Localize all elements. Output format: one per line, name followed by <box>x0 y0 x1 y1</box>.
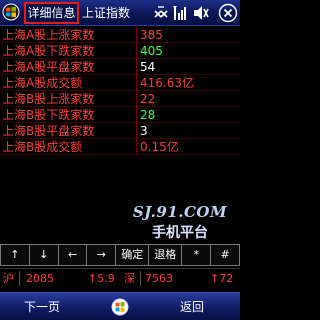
key-up[interactable]: ↑ <box>0 244 30 266</box>
windows-flag-icon[interactable] <box>111 298 129 316</box>
row-label: 上海A股平盘家数 <box>2 60 95 74</box>
back-softkey[interactable]: 返回 <box>180 293 204 320</box>
table-row: 上海B股成交额 0.15亿 <box>0 139 240 155</box>
connection-icon[interactable] <box>152 3 170 23</box>
next-page-softkey[interactable]: 下一页 <box>24 293 60 320</box>
key-left[interactable]: ← <box>58 244 88 266</box>
close-icon[interactable] <box>218 3 238 23</box>
column-divider <box>136 43 137 59</box>
row-value: 54 <box>140 60 156 74</box>
row-value: 3 <box>140 124 148 138</box>
signal-icon[interactable] <box>172 3 188 23</box>
shenzhen-label: 深 <box>124 272 135 285</box>
table-row: 上海A股平盘家数 54 <box>0 59 240 75</box>
shanghai-label: 沪 <box>3 272 14 285</box>
softkey-bar: 下一页 返回 <box>0 292 240 320</box>
row-value: 28 <box>140 108 156 122</box>
row-value: 385 <box>140 28 163 42</box>
column-divider <box>136 123 137 139</box>
table-row: 上海B股下跌家数 28 <box>0 107 240 123</box>
shanghai-index-value: 2085 <box>26 272 54 285</box>
table-row: 上海B股上涨家数 22 <box>0 91 240 107</box>
row-label: 上海B股成交额 <box>2 140 83 154</box>
key-star[interactable]: * <box>182 244 212 266</box>
shenzhen-index-change: ↑72 <box>210 272 234 285</box>
row-value: 0.15亿 <box>140 140 179 154</box>
app-screen: 详细信息 上证指数 上海A股上涨家数 385 上海A股下跌家数 405 上海A股… <box>0 0 240 320</box>
row-value: 405 <box>140 44 163 58</box>
column-divider <box>136 107 137 123</box>
shanghai-index-change: ↑5.9 <box>88 272 115 285</box>
column-divider <box>136 27 137 43</box>
volume-muted-icon[interactable] <box>192 3 210 23</box>
site-watermark: SJ.91.COM 手机平台 <box>130 203 230 242</box>
row-label: 上海A股成交额 <box>2 76 83 90</box>
index-quote-strip: 沪 2085 ↑5.9 深 7563 ↑72 <box>0 268 240 288</box>
row-value: 416.63亿 <box>140 76 194 90</box>
row-label: 上海B股下跌家数 <box>2 108 95 122</box>
key-confirm[interactable]: 确定 <box>116 244 150 266</box>
row-label: 上海A股下跌家数 <box>2 44 95 58</box>
row-label: 上海B股上涨家数 <box>2 92 95 106</box>
quote-divider <box>140 271 141 286</box>
column-divider <box>136 59 137 75</box>
quote-divider <box>19 271 20 286</box>
key-backspace[interactable]: 退格 <box>149 244 183 266</box>
table-row: 上海A股上涨家数 385 <box>0 27 240 43</box>
table-row: 上海A股成交额 416.63亿 <box>0 75 240 91</box>
key-right[interactable]: → <box>87 244 117 266</box>
tab-shanghai-index[interactable]: 上证指数 <box>82 4 130 22</box>
shenzhen-index-value: 7563 <box>145 272 173 285</box>
title-bar: 详细信息 上证指数 <box>0 0 240 26</box>
key-strip: ↑ ↓ ← → 确定 退格 * # <box>0 244 240 266</box>
column-divider <box>136 91 137 107</box>
column-divider <box>136 139 137 155</box>
table-row: 上海B股平盘家数 3 <box>0 123 240 139</box>
tab-detail-info[interactable]: 详细信息 <box>24 2 79 24</box>
row-value: 22 <box>140 92 156 106</box>
watermark-url: SJ.91.COM <box>132 203 228 221</box>
key-down[interactable]: ↓ <box>29 244 59 266</box>
row-label: 上海A股上涨家数 <box>2 28 95 42</box>
column-divider <box>136 75 137 91</box>
row-label: 上海B股平盘家数 <box>2 124 95 138</box>
key-hash[interactable]: # <box>211 244 240 266</box>
market-stats-table: 上海A股上涨家数 385 上海A股下跌家数 405 上海A股平盘家数 54 上海… <box>0 27 240 155</box>
table-row: 上海A股下跌家数 405 <box>0 43 240 59</box>
windows-start-icon[interactable] <box>2 3 20 21</box>
watermark-caption: 手机平台 <box>152 225 208 241</box>
